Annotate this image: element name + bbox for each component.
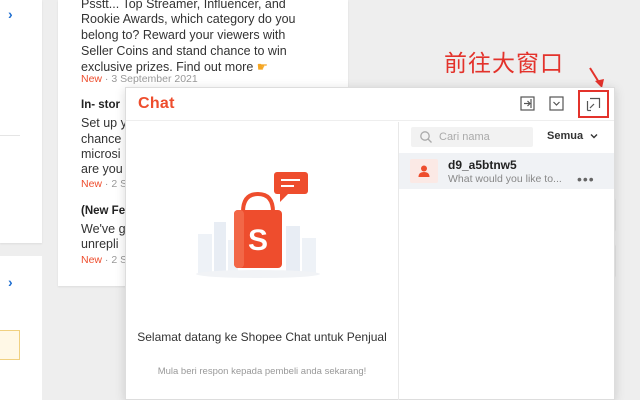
conversation-name: d9_a5btnw5 bbox=[448, 158, 517, 172]
new-badge: New bbox=[81, 73, 103, 85]
news-text: Rookie Awards, which category do you bbox=[81, 12, 296, 26]
search-placeholder: Cari nama bbox=[439, 131, 490, 143]
conversation-list-pane: Cari nama Semua d9_a5btnw5 What would yo… bbox=[399, 122, 614, 400]
chat-empty-state: S Selamat datang ke Shopee Chat untuk Pe… bbox=[126, 122, 398, 400]
news-text: are you bbox=[81, 162, 123, 176]
dock-icon bbox=[520, 96, 535, 111]
news-text: Set up y bbox=[81, 116, 127, 130]
left-panel-lower: › bbox=[0, 256, 42, 400]
minimize-to-side-button[interactable] bbox=[519, 95, 536, 112]
new-badge: New bbox=[81, 178, 103, 190]
chevron-down-box-icon bbox=[549, 96, 564, 111]
open-large-window-button[interactable] bbox=[578, 90, 609, 118]
welcome-subtitle: Mula beri respon kepada pembeli anda sek… bbox=[157, 366, 367, 377]
chat-header: Chat bbox=[126, 88, 614, 121]
collapse-button[interactable] bbox=[548, 95, 565, 112]
notice-card bbox=[0, 330, 20, 360]
shopee-bag-illustration: S bbox=[196, 172, 320, 278]
news-title: In- stor bbox=[81, 99, 120, 111]
chat-title: Chat bbox=[138, 95, 175, 112]
news-meta: New · 2 S bbox=[81, 254, 127, 266]
new-badge: New bbox=[81, 254, 103, 266]
search-icon bbox=[420, 131, 432, 143]
pointing-hand-icon: ☛ bbox=[256, 60, 268, 74]
news-text: Seller Coins and stand chance to win bbox=[81, 44, 287, 58]
news-meta: New · 2 S bbox=[81, 178, 127, 190]
annotation-label: 前往大窗口 bbox=[444, 51, 564, 77]
chevron-right-icon[interactable]: › bbox=[8, 274, 13, 290]
chat-window: Chat S Selamat datang ke Shopee Chat unt… bbox=[125, 87, 615, 400]
welcome-title: Selamat datang ke Shopee Chat untuk Penj… bbox=[137, 330, 387, 344]
news-text: We've g bbox=[81, 222, 126, 236]
news-text: belong to? Reward your viewers with bbox=[81, 28, 286, 42]
conversation-preview: What would you like to... bbox=[448, 173, 562, 185]
news-text: microsi bbox=[81, 147, 121, 161]
divider bbox=[0, 135, 20, 136]
expand-window-icon bbox=[586, 97, 601, 111]
news-text: unrepli bbox=[81, 237, 119, 251]
svg-text:S: S bbox=[248, 224, 268, 257]
avatar bbox=[410, 159, 438, 183]
news-meta: New · 3 September 2021 bbox=[81, 73, 198, 85]
user-icon bbox=[418, 165, 430, 177]
news-date: · 3 September 2021 bbox=[102, 73, 198, 85]
more-options-button[interactable]: ••• bbox=[577, 171, 595, 187]
news-date: · 2 S bbox=[102, 178, 128, 190]
conversation-item[interactable]: d9_a5btnw5 What would you like to... ••• bbox=[399, 153, 614, 189]
filter-dropdown[interactable]: Semua bbox=[547, 130, 583, 142]
chevron-down-icon[interactable] bbox=[589, 131, 599, 141]
chevron-right-icon[interactable]: › bbox=[8, 6, 13, 22]
news-date: · 2 S bbox=[102, 254, 128, 266]
left-panel: › bbox=[0, 0, 42, 243]
news-text: chance bbox=[81, 132, 122, 146]
news-title: (New Fe bbox=[81, 205, 126, 217]
